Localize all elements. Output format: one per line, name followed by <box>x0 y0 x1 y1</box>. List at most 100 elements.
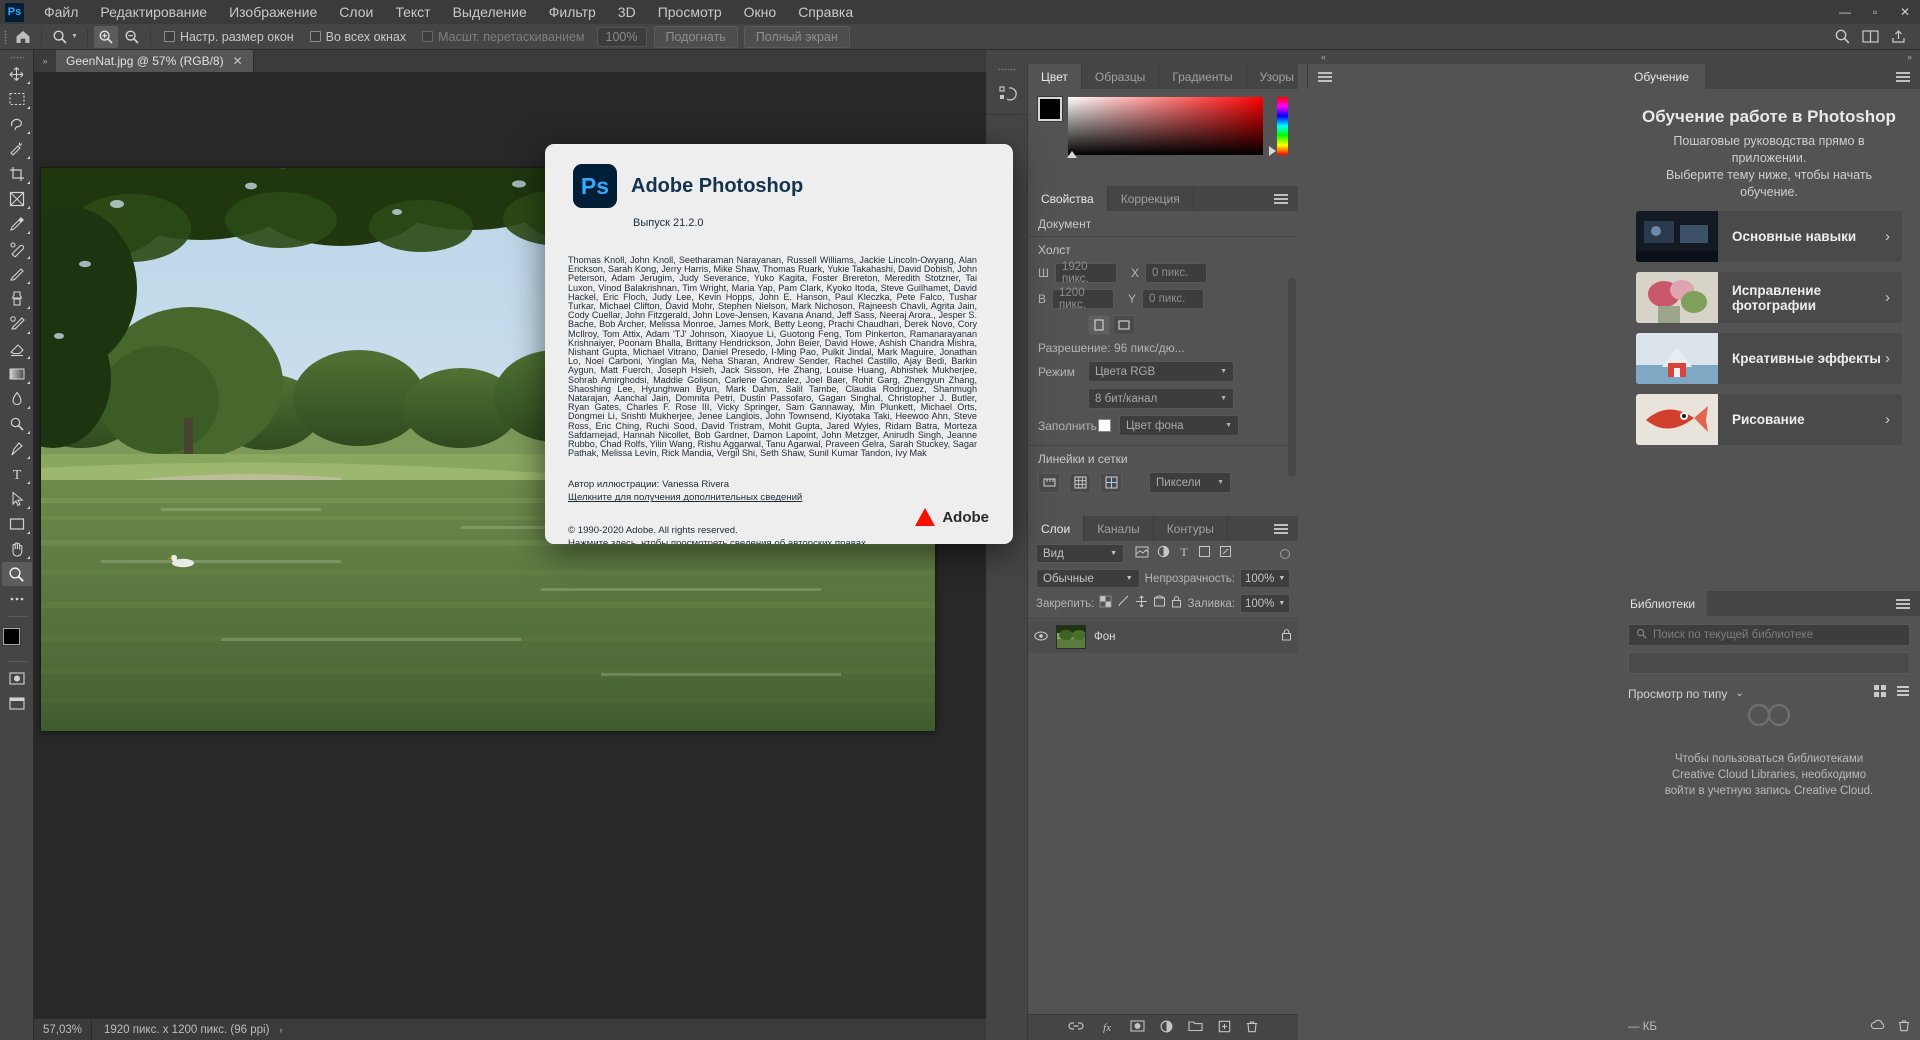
ruler-icon[interactable] <box>1038 472 1060 493</box>
tab-libraries[interactable]: Библиотеки <box>1618 591 1708 616</box>
chevron-down-icon[interactable]: ▼ <box>1278 575 1285 582</box>
delete-layer-icon[interactable] <box>1246 1020 1258 1036</box>
filter-smart-object-icon[interactable] <box>1219 545 1232 563</box>
pen-tool[interactable] <box>2 437 32 461</box>
chevron-right-icon[interactable]: › <box>1885 350 1902 367</box>
eraser-tool[interactable] <box>2 337 32 361</box>
fullscreen-button[interactable]: Полный экран <box>743 25 850 48</box>
path-selection-tool[interactable] <box>2 487 32 511</box>
lock-position-icon[interactable] <box>1135 595 1148 613</box>
about-dialog[interactable]: Ps Adobe Photoshop Выпуск 21.2.0 Thomas … <box>545 144 1013 544</box>
libraries-select[interactable] <box>1628 652 1910 674</box>
expand-icon[interactable]: » <box>1907 52 1912 62</box>
fit-screen-button[interactable]: Подогнать <box>653 25 738 48</box>
checkbox-box[interactable] <box>163 31 175 42</box>
blur-tool[interactable] <box>2 387 32 411</box>
collapse-panels-icon[interactable]: « <box>1028 50 1618 64</box>
strip-grip[interactable] <box>986 64 1027 74</box>
color-field[interactable] <box>1067 97 1263 158</box>
expand-arrows-icon[interactable]: » <box>34 50 56 72</box>
zoom-in-icon[interactable] <box>93 25 118 48</box>
guides-icon[interactable] <box>1100 472 1122 493</box>
menu-view[interactable]: Просмотр <box>647 1 733 23</box>
eyedropper-tool[interactable] <box>2 212 32 236</box>
tab-properties[interactable]: Свойства <box>1028 186 1108 211</box>
chevron-down-icon[interactable]: ▼ <box>1126 575 1133 582</box>
home-icon[interactable] <box>11 26 35 48</box>
chevron-down-icon[interactable]: ▼ <box>1110 550 1117 557</box>
delete-icon[interactable] <box>1898 1019 1910 1035</box>
checkbox-all-windows[interactable]: Во всех окнах <box>309 30 406 44</box>
screen-mode-icon[interactable] <box>2 691 32 715</box>
filter-adjustment-icon[interactable] <box>1157 545 1170 563</box>
arrange-documents-icon[interactable] <box>1857 26 1883 48</box>
about-illustration-link[interactable]: Щелкните для получения дополнительных св… <box>568 491 1013 504</box>
new-group-icon[interactable] <box>1188 1020 1203 1035</box>
clone-stamp-tool[interactable] <box>2 287 32 311</box>
landscape-orientation-icon[interactable] <box>1113 315 1135 335</box>
rectangle-tool[interactable] <box>2 512 32 536</box>
link-layers-icon[interactable] <box>1068 1020 1084 1035</box>
more-tools-icon[interactable] <box>2 587 32 611</box>
properties-scrollbar[interactable] <box>1288 278 1296 476</box>
tab-channels[interactable]: Каналы <box>1084 516 1154 541</box>
opacity-input[interactable]: 100% ▼ <box>1240 569 1290 588</box>
layer-row-background[interactable]: Фон <box>1028 621 1298 653</box>
list-view-icon[interactable] <box>1896 684 1910 703</box>
zoom-tool[interactable] <box>1 562 32 586</box>
checkbox-scrubby-zoom[interactable]: Масшт. перетаскиванием <box>422 30 585 44</box>
menu-text[interactable]: Текст <box>384 1 441 23</box>
menu-window[interactable]: Окно <box>733 1 788 23</box>
chevron-down-icon[interactable]: ▼ <box>1220 395 1227 402</box>
tab-learn[interactable]: Обучение <box>1618 64 1705 89</box>
about-copyright-link[interactable]: Нажмите здесь, чтобы просмотреть сведени… <box>568 537 1013 544</box>
menu-filter[interactable]: Фильтр <box>538 1 607 23</box>
lasso-tool[interactable] <box>2 112 32 136</box>
color-panel-swatches[interactable] <box>1038 97 1076 135</box>
height-input[interactable]: 1200 пикс. <box>1052 287 1115 311</box>
spot-healing-brush-tool[interactable] <box>2 237 32 261</box>
new-layer-icon[interactable] <box>1218 1020 1231 1036</box>
frame-tool[interactable] <box>2 187 32 211</box>
menu-image[interactable]: Изображение <box>218 1 328 23</box>
tab-patterns[interactable]: Узоры <box>1247 64 1308 89</box>
panel-menu-icon[interactable] <box>1264 516 1298 541</box>
fill-color-swatch[interactable] <box>1098 419 1111 432</box>
chevron-down-icon[interactable]: ▼ <box>1220 368 1227 375</box>
bit-depth-select[interactable]: 8 бит/канал ▼ <box>1088 388 1234 409</box>
menu-help[interactable]: Справка <box>787 1 864 23</box>
minimize-button[interactable]: — <box>1830 0 1860 24</box>
tab-layers[interactable]: Слои <box>1028 516 1085 541</box>
filter-type-select[interactable]: Вид ▼ <box>1036 544 1124 563</box>
menu-file[interactable]: Файл <box>33 1 89 23</box>
close-icon[interactable]: ✕ <box>233 54 243 68</box>
menu-layers[interactable]: Слои <box>328 1 384 23</box>
menu-edit[interactable]: Редактирование <box>89 1 218 23</box>
chevron-right-icon[interactable]: › <box>1885 228 1902 245</box>
chevron-down-icon[interactable]: ▼ <box>1225 422 1232 429</box>
add-mask-icon[interactable] <box>1130 1020 1145 1035</box>
zoom-level[interactable]: 57,03% <box>34 1018 92 1040</box>
chevron-right-icon[interactable]: › <box>1885 411 1902 428</box>
brush-tool[interactable] <box>2 262 32 286</box>
chevron-right-icon[interactable]: › <box>279 1025 282 1035</box>
tab-paths[interactable]: Контуры <box>1154 516 1228 541</box>
panel-menu-icon[interactable] <box>1886 70 1920 84</box>
fill-select[interactable]: Цвет фона ▼ <box>1119 415 1239 436</box>
color-mode-select[interactable]: Цвета RGB ▼ <box>1088 361 1234 382</box>
lock-transparent-icon[interactable] <box>1099 595 1112 613</box>
lock-artboard-icon[interactable] <box>1153 594 1166 613</box>
tab-adjustments[interactable]: Коррекция <box>1108 186 1194 211</box>
hue-slider[interactable] <box>1268 97 1288 156</box>
document-tab[interactable]: GeenNat.jpg @ 57% (RGB/8) ✕ <box>56 50 254 72</box>
tab-gradients[interactable]: Градиенты <box>1159 64 1247 89</box>
hand-tool[interactable] <box>2 537 32 561</box>
view-by-type-label[interactable]: Просмотр по типу <box>1628 687 1727 701</box>
toolbar-grip[interactable] <box>0 52 33 62</box>
gradient-tool[interactable] <box>2 362 32 386</box>
zoom-out-icon[interactable] <box>120 26 144 48</box>
width-input[interactable]: 1920 пикс. <box>1055 261 1117 285</box>
color-swatches[interactable] <box>2 627 32 657</box>
chevron-down-icon[interactable]: ▼ <box>1278 600 1285 607</box>
maximize-button[interactable]: ▫ <box>1860 0 1890 24</box>
